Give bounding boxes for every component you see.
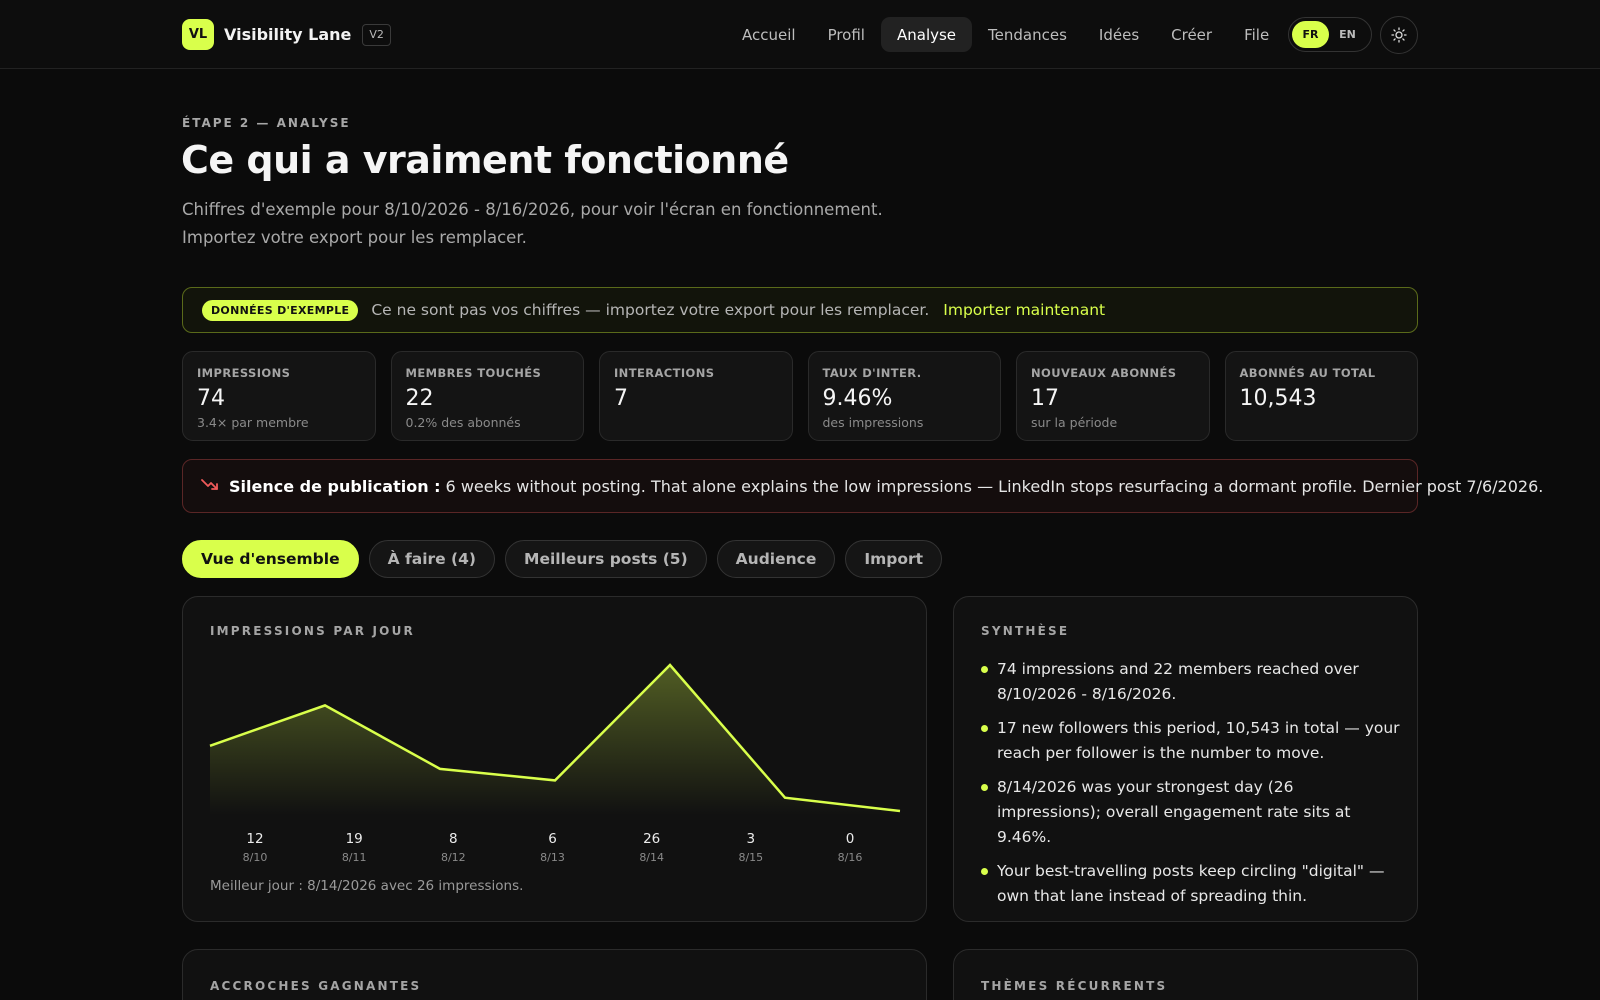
chart-value-label: 19: [346, 831, 363, 847]
theme-toggle-button[interactable]: [1380, 16, 1418, 54]
page-title: Ce qui a vraiment fonctionné: [181, 138, 789, 182]
summary-item: 17 new followers this period, 10,543 in …: [981, 716, 1401, 766]
posting-silence-alert: Silence de publication : 6 weeks without…: [182, 459, 1543, 513]
stat-label: NOUVEAUX ABONNÉS: [1031, 366, 1177, 380]
nav-item-analyse[interactable]: Analyse: [880, 17, 973, 52]
stat-label: MEMBRES TOUCHÉS: [405, 366, 542, 380]
themes-title: THÈMES RÉCURRENTS: [981, 979, 1168, 993]
summary-item: 74 impressions and 22 members reached ov…: [981, 657, 1401, 707]
nav-item-accueil[interactable]: Accueil: [726, 17, 812, 52]
stat-sub: des impressions: [822, 415, 924, 430]
summary-item-text: 8/14/2026 was your strongest day (26 imp…: [997, 778, 1351, 846]
import-now-link[interactable]: Importer maintenant: [943, 301, 1105, 319]
sun-icon: [1391, 27, 1407, 43]
stat-value: 22: [405, 386, 434, 411]
chart-area-fill: [210, 665, 900, 815]
lang-en-button[interactable]: EN: [1329, 21, 1366, 48]
summary-item-text: Your best-travelling posts keep circling…: [997, 862, 1385, 905]
chart-value-label: 12: [246, 831, 263, 847]
chart-value-label: 3: [747, 831, 756, 847]
tab-best-posts[interactable]: Meilleurs posts (5): [505, 540, 707, 578]
hooks-title: ACCROCHES GAGNANTES: [210, 979, 422, 993]
stat-engagement-rate: TAUX D'INTER. 9.46% des impressions: [807, 351, 1001, 441]
tab-overview[interactable]: Vue d'ensemble: [182, 540, 359, 578]
summary-list: 74 impressions and 22 members reached ov…: [981, 657, 1401, 918]
bullet-dot-icon: [981, 666, 988, 673]
brand[interactable]: VL Visibility Lane V2: [182, 19, 391, 50]
summary-item-text: 17 new followers this period, 10,543 in …: [997, 719, 1400, 762]
stat-sub: sur la période: [1031, 415, 1118, 430]
winning-hooks-card: ACCROCHES GAGNANTES: [182, 949, 927, 1000]
stat-new-followers: NOUVEAUX ABONNÉS 17 sur la période: [1016, 351, 1210, 441]
sample-data-banner: DONNÉES D'EXEMPLE Ce ne sont pas vos chi…: [182, 287, 1418, 333]
chart-value-label: 8: [449, 831, 458, 847]
stat-label: IMPRESSIONS: [197, 366, 291, 380]
chart-date-label: 8/14: [639, 851, 664, 864]
chart-date-label: 8/11: [342, 851, 367, 864]
analysis-tabs: Vue d'ensemble À faire (4) Meilleurs pos…: [182, 540, 943, 578]
top-bar: VL Visibility Lane V2 Accueil Profil Ana…: [0, 0, 1600, 69]
summary-item: 8/14/2026 was your strongest day (26 imp…: [981, 775, 1401, 850]
lang-fr-button[interactable]: FR: [1292, 21, 1329, 48]
summary-item: Your best-travelling posts keep circling…: [981, 859, 1401, 909]
alert-title: Silence de publication :: [229, 476, 441, 496]
stat-impressions: IMPRESSIONS 74 3.4× par membre: [182, 351, 376, 441]
stat-value: 17: [1031, 386, 1059, 411]
nav-item-creer[interactable]: Créer: [1155, 17, 1228, 52]
nav-item-profil[interactable]: Profil: [812, 17, 881, 52]
bullet-dot-icon: [981, 784, 988, 791]
bullet-dot-icon: [981, 725, 988, 732]
alert-text: 6 weeks without posting. That alone expl…: [445, 476, 1544, 496]
main-nav: Accueil Profil Analyse Tendances Idées C…: [726, 17, 1285, 52]
impressions-chart: 12 8/10 19 8/11 8 8/12 6 8/13 26 8/14 3 8/15 0 8/16: [209, 663, 901, 864]
tab-audience[interactable]: Audience: [716, 540, 836, 578]
chart-value-label: 6: [548, 831, 557, 847]
brand-logo: VL: [182, 19, 214, 50]
stat-total-followers: ABONNÉS AU TOTAL 10,543: [1224, 351, 1418, 441]
stats-row: IMPRESSIONS 74 3.4× par membre MEMBRES T…: [182, 351, 1418, 441]
chart-value-label: 0: [846, 831, 855, 847]
nav-item-tendances[interactable]: Tendances: [972, 17, 1083, 52]
chart-date-label: 8/13: [540, 851, 565, 864]
stat-label: ABONNÉS AU TOTAL: [1239, 366, 1376, 380]
stat-value: 7: [614, 386, 628, 411]
stat-value: 74: [197, 386, 225, 411]
chart-date-label: 8/16: [838, 851, 863, 864]
recurring-themes-card: THÈMES RÉCURRENTS: [953, 949, 1418, 1000]
page-subtitle: Chiffres d'exemple pour 8/10/2026 - 8/16…: [182, 200, 883, 247]
tab-import[interactable]: Import: [845, 540, 943, 578]
version-badge: V2: [362, 23, 391, 46]
nav-item-idees[interactable]: Idées: [1083, 17, 1155, 52]
summary-title: SYNTHÈSE: [981, 624, 1070, 638]
stat-label: TAUX D'INTER.: [822, 366, 922, 380]
best-day-note: Meilleur jour : 8/14/2026 avec 26 impres…: [210, 878, 524, 894]
chart-date-label: 8/10: [243, 851, 268, 864]
chart-value-label: 26: [643, 831, 660, 847]
impressions-chart-card: IMPRESSIONS PAR JOUR 12 8/10 19 8/11 8 8/12 6 8…: [182, 596, 927, 922]
nav-item-file[interactable]: File: [1228, 17, 1285, 52]
stat-sub: 3.4× par membre: [197, 415, 309, 430]
sample-data-badge: DONNÉES D'EXEMPLE: [202, 299, 359, 321]
stat-sub: 0.2% des abonnés: [405, 415, 521, 430]
summary-item-text: 74 impressions and 22 members reached ov…: [997, 660, 1359, 703]
bullet-dot-icon: [981, 868, 988, 875]
stat-value: 10,543: [1239, 386, 1317, 411]
language-switch: FR EN: [1288, 17, 1372, 52]
chart-date-label: 8/12: [441, 851, 466, 864]
stat-label: INTERACTIONS: [614, 366, 715, 380]
brand-name: Visibility Lane: [224, 25, 352, 44]
stat-members-reached: MEMBRES TOUCHÉS 22 0.2% des abonnés: [390, 351, 584, 441]
chart-date-label: 8/15: [738, 851, 763, 864]
step-eyebrow: ÉTAPE 2 — ANALYSE: [182, 116, 351, 130]
stat-value: 9.46%: [822, 386, 893, 411]
summary-card: SYNTHÈSE 74 impressions and 22 members r…: [953, 596, 1418, 922]
trend-down-icon: [201, 477, 219, 496]
stat-interactions: INTERACTIONS 7: [599, 351, 793, 441]
tab-todo[interactable]: À faire (4): [368, 540, 496, 578]
banner-text: Ce ne sont pas vos chiffres — importez v…: [371, 301, 930, 319]
